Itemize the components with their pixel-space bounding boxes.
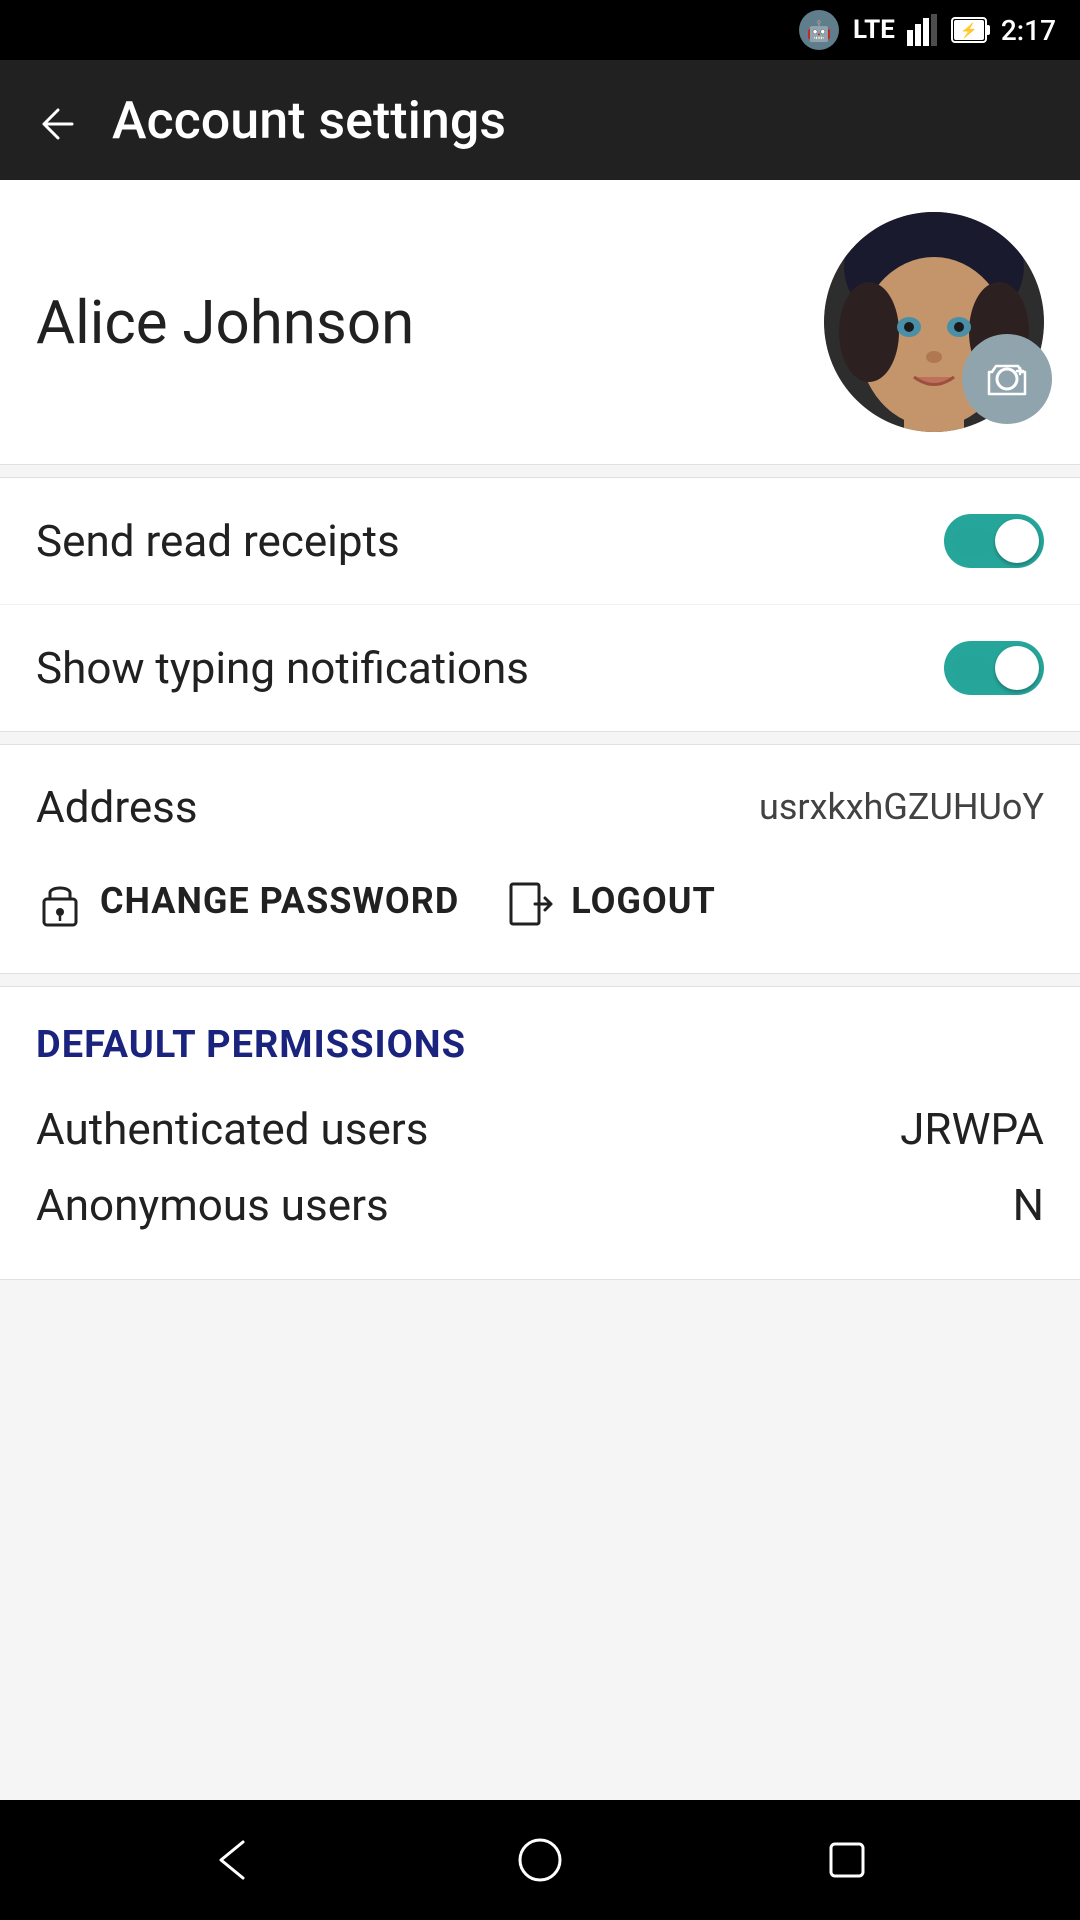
action-buttons: CHANGE PASSWORD LOGOUT (36, 865, 1044, 937)
change-password-label: CHANGE PASSWORD (100, 880, 459, 922)
authenticated-users-value: JRWPA (900, 1103, 1044, 1155)
anonymous-users-row: Anonymous users N (36, 1167, 1044, 1243)
status-icons: LTE ⚡ 2:17 (853, 12, 1056, 48)
address-value: usrxkxhGZUHUoY (759, 786, 1044, 828)
logout-label: LOGOUT (571, 880, 716, 922)
page-title: Account settings (112, 90, 506, 151)
address-section: Address usrxkxhGZUHUoY CHANGE PASSWORD (0, 744, 1080, 974)
time-display: 2:17 (1001, 14, 1056, 47)
profile-section: Alice Johnson (0, 180, 1080, 465)
battery-icon: ⚡ (951, 12, 991, 48)
authenticated-users-label: Authenticated users (36, 1103, 428, 1155)
permissions-title[interactable]: DEFAULT PERMISSIONS (36, 1023, 1044, 1067)
send-read-receipts-toggle[interactable] (944, 514, 1044, 568)
lte-label: LTE (853, 15, 895, 45)
send-read-receipts-row: Send read receipts (0, 478, 1080, 604)
bottom-nav-bar (0, 1800, 1080, 1920)
avatar-container (824, 212, 1044, 432)
toggles-section: Send read receipts Show typing notificat… (0, 477, 1080, 732)
send-read-receipts-label: Send read receipts (36, 515, 400, 567)
logout-icon (507, 874, 555, 928)
nav-home-button[interactable] (500, 1820, 580, 1900)
address-label: Address (36, 781, 198, 833)
lock-icon (36, 873, 84, 929)
status-bar: 🤖 LTE ⚡ 2:17 (0, 0, 1080, 60)
profile-name: Alice Johnson (36, 287, 414, 358)
anonymous-users-label: Anonymous users (36, 1179, 389, 1231)
back-button[interactable] (36, 92, 80, 149)
show-typing-toggle[interactable] (944, 641, 1044, 695)
show-typing-label: Show typing notifications (36, 642, 529, 694)
svg-text:⚡: ⚡ (960, 22, 977, 39)
add-photo-button[interactable] (962, 334, 1052, 424)
show-typing-row: Show typing notifications (0, 604, 1080, 731)
address-row: Address usrxkxhGZUHUoY (36, 781, 1044, 833)
nav-back-button[interactable] (193, 1820, 273, 1900)
authenticated-users-row: Authenticated users JRWPA (36, 1091, 1044, 1167)
gray-area (0, 1280, 1080, 1800)
nav-recents-button[interactable] (807, 1820, 887, 1900)
logout-button[interactable]: LOGOUT (507, 866, 716, 936)
app-icon: 🤖 (797, 8, 841, 52)
anonymous-users-value: N (1013, 1179, 1044, 1231)
signal-icon (905, 12, 941, 48)
app-bar: Account settings (0, 60, 1080, 180)
camera-icon (982, 354, 1032, 404)
svg-text:🤖: 🤖 (807, 19, 832, 43)
permissions-section: DEFAULT PERMISSIONS Authenticated users … (0, 986, 1080, 1280)
change-password-button[interactable]: CHANGE PASSWORD (36, 865, 459, 937)
